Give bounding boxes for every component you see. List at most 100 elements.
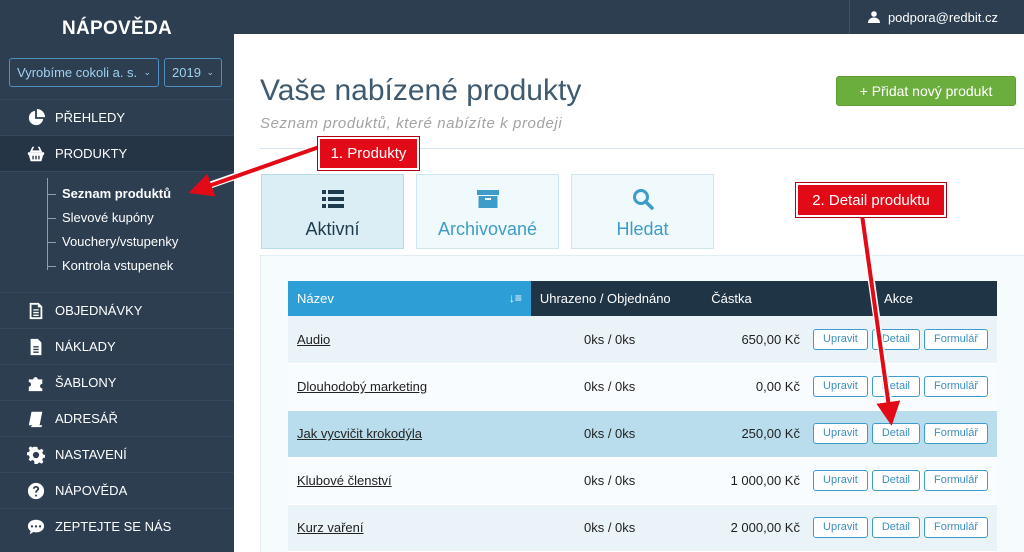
table-row: Klubové členství 0ks / 0ks 1 000,00 Kč U…	[288, 457, 997, 505]
nav-label: ADRESÁŘ	[55, 411, 118, 426]
year-select-value: 2019	[172, 65, 201, 80]
sub-item-vouchery[interactable]: Vouchery/vstupenky	[47, 230, 234, 254]
user-menu[interactable]: podpora@redbit.cz	[848, 0, 1024, 34]
nav-item-adresar[interactable]: ADRESÁŘ	[0, 400, 234, 436]
product-name-cell: Klubové členství	[288, 457, 531, 505]
chevron-down-icon: ⌄	[143, 67, 151, 77]
annotation-callout-produkty: 1. Produkty	[318, 137, 419, 170]
edit-button[interactable]: Upravit	[813, 376, 868, 397]
year-select[interactable]: 2019 ⌄	[164, 58, 222, 87]
search-icon	[632, 188, 654, 210]
product-link[interactable]: Kurz vaření	[297, 520, 363, 535]
chevron-down-icon: ⌄	[206, 67, 214, 77]
column-header-amount[interactable]: Částka	[690, 281, 800, 316]
actions-cell: Upravit Detail Formulář	[799, 316, 997, 364]
top-bar: podpora@redbit.cz	[234, 0, 1024, 34]
product-name-cell: Jak vycvičit krokodýla	[288, 410, 531, 458]
table-row: Audio 0ks / 0ks 650,00 Kč Upravit Detail F…	[288, 316, 997, 364]
basket-icon	[26, 144, 46, 164]
detail-button[interactable]: Detail	[871, 376, 920, 397]
actions-cell: Upravit Detail Formulář	[799, 410, 997, 458]
tab-label: Hledat	[616, 219, 669, 239]
detail-button[interactable]: Detail	[871, 517, 920, 538]
tab-label: Aktivní	[305, 219, 360, 239]
column-header-actions: Akce	[799, 281, 997, 316]
product-name-cell: Dlouhodobý marketing	[288, 363, 531, 411]
sidebar: NÁPOVĚDA Vyrobíme cokoli a. s. ⌄ 2019 ⌄ …	[0, 0, 234, 552]
nav-item-zeptejte-se[interactable]: ZEPTEJTE SE NÁS	[0, 508, 234, 544]
form-button[interactable]: Formulář	[923, 470, 988, 491]
tab-label: Archivované	[437, 219, 538, 239]
product-name-cell: Audio	[288, 316, 531, 364]
detail-button[interactable]: Detail	[871, 423, 920, 444]
list-icon	[321, 188, 344, 210]
nav-label: OBJEDNÁVKY	[55, 303, 143, 318]
detail-button[interactable]: Detail	[871, 470, 920, 491]
table-row: Kurz vaření 0ks / 0ks 2 000,00 Kč Upravi…	[288, 504, 997, 552]
company-select[interactable]: Vyrobíme cokoli a. s. ⌄	[9, 58, 159, 87]
column-header-paid[interactable]: Uhrazeno / Objednáno	[530, 281, 691, 316]
product-link[interactable]: Jak vycvičit krokodýla	[297, 426, 422, 441]
nav-item-objednavky[interactable]: OBJEDNÁVKY	[0, 292, 234, 328]
user-icon	[867, 11, 880, 23]
product-name-cell: Kurz vaření	[288, 504, 531, 552]
form-button[interactable]: Formulář	[923, 423, 988, 444]
edit-button[interactable]: Upravit	[813, 328, 868, 350]
column-header-label: Název	[297, 291, 334, 306]
paid-cell: 0ks / 0ks	[530, 457, 691, 505]
nav-label: PŘEHLEDY	[55, 110, 126, 125]
edit-button[interactable]: Upravit	[813, 423, 868, 444]
question-icon	[26, 481, 46, 501]
amount-cell: 1 000,00 Kč	[690, 457, 800, 505]
nav-label: ZEPTEJTE SE NÁS	[55, 519, 172, 534]
actions-cell: Upravit Detail Formulář	[799, 457, 997, 505]
nav-item-sablony[interactable]: ŠABLONY	[0, 364, 234, 400]
paid-cell: 0ks / 0ks	[530, 504, 691, 552]
company-select-value: Vyrobíme cokoli a. s.	[17, 65, 138, 80]
amount-cell: 0,00 Kč	[690, 363, 800, 411]
form-button[interactable]: Formulář	[923, 517, 988, 538]
add-product-button[interactable]: + Přidat nový produkt	[836, 76, 1016, 106]
actions-cell: Upravit Detail Formulář	[799, 363, 997, 411]
detail-button[interactable]: Detail	[871, 328, 920, 350]
nav-item-nastaveni[interactable]: NASTAVENÍ	[0, 436, 234, 472]
tab-aktivni[interactable]: Aktivní	[261, 174, 404, 249]
table-row: Dlouhodobý marketing 0ks / 0ks 0,00 Kč U…	[288, 363, 997, 411]
nav-label: PRODUKTY	[55, 146, 128, 161]
annotation-callout-detail: 2. Detail produktu	[796, 183, 946, 217]
paid-cell: 0ks / 0ks	[530, 410, 691, 458]
paid-cell: 0ks / 0ks	[530, 363, 691, 411]
edit-button[interactable]: Upravit	[813, 517, 868, 538]
tab-hledat[interactable]: Hledat	[571, 174, 714, 249]
chat-icon	[26, 517, 46, 537]
book-icon	[26, 409, 46, 429]
nav-label: NÁPOVĚDA	[55, 483, 128, 498]
form-button[interactable]: Formulář	[923, 376, 988, 397]
form-button[interactable]: Formulář	[923, 328, 988, 350]
page-title: Vaše nabízené produkty	[260, 74, 582, 107]
amount-cell: 250,00 Kč	[690, 410, 800, 458]
nav-item-produkty[interactable]: PRODUKTY	[0, 135, 234, 171]
sub-item-seznam-produktu[interactable]: Seznam produktů	[47, 182, 234, 206]
puzzle-icon	[26, 373, 46, 393]
table-row: Jak vycvičit krokodýla 0ks / 0ks 250,00 …	[288, 410, 997, 458]
document-icon	[26, 301, 46, 321]
column-header-name[interactable]: Název ↓≡	[288, 281, 531, 316]
tab-archivovane[interactable]: Archivované	[416, 174, 559, 249]
page-subtitle: Seznam produktů, které nabízíte k prodej…	[260, 115, 563, 132]
context-selects: Vyrobíme cokoli a. s. ⌄ 2019 ⌄	[0, 58, 234, 87]
nav-item-napoveda[interactable]: NÁPOVĚDA	[0, 472, 234, 508]
edit-button[interactable]: Upravit	[813, 470, 868, 491]
product-link[interactable]: Audio	[297, 332, 330, 347]
user-email: podpora@redbit.cz	[887, 9, 998, 25]
nav-item-prehledy[interactable]: PŘEHLEDY	[0, 99, 234, 135]
product-link[interactable]: Klubové členství	[297, 473, 392, 488]
pie-chart-icon	[26, 108, 46, 128]
sub-item-kontrola-vstupenek[interactable]: Kontrola vstupenek	[47, 254, 234, 278]
amount-cell: 650,00 Kč	[690, 316, 800, 364]
nav-item-naklady[interactable]: NÁKLADY	[0, 328, 234, 364]
nav-label: NASTAVENÍ	[55, 447, 127, 462]
archive-icon	[476, 188, 499, 210]
product-link[interactable]: Dlouhodobý marketing	[297, 379, 427, 394]
sub-item-slevove-kupony[interactable]: Slevové kupóny	[47, 206, 234, 230]
